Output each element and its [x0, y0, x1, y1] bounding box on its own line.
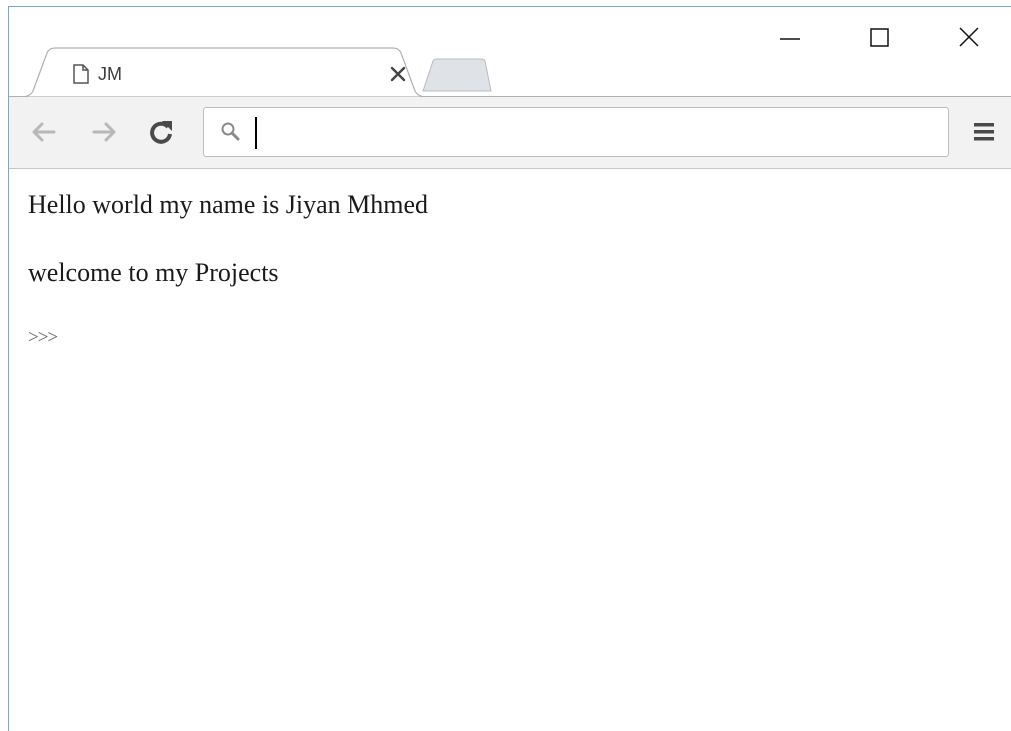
browser-toolbar: [9, 97, 1011, 169]
title-bar: JM: [9, 7, 1011, 97]
tab-active[interactable]: JM: [25, 47, 423, 97]
new-tab-button[interactable]: [421, 58, 493, 92]
tab-title: JM: [98, 64, 122, 84]
reload-icon[interactable]: [146, 117, 176, 147]
omnibox[interactable]: [203, 107, 949, 157]
page-icon: [72, 64, 90, 84]
prompt-text: >>>: [28, 327, 58, 348]
forward-arrow-icon[interactable]: [89, 117, 119, 147]
welcome-text: welcome to my Projects: [28, 258, 279, 287]
address-bar-input[interactable]: [252, 114, 932, 150]
close-icon[interactable]: [389, 65, 407, 83]
search-icon: [220, 121, 242, 143]
window-close-icon[interactable]: [947, 23, 991, 53]
minimize-icon[interactable]: [767, 23, 811, 53]
maximize-icon[interactable]: [857, 23, 901, 53]
back-arrow-icon[interactable]: [29, 117, 59, 147]
page-content: Hello world my name is Jiyan Mhmed welco…: [9, 169, 1011, 731]
hamburger-menu-icon[interactable]: [971, 119, 997, 145]
text-caret: [255, 117, 257, 149]
browser-window: JM Hello world my name is Jiyan Mhmed we…: [8, 6, 1011, 731]
greeting-text: Hello world my name is Jiyan Mhmed: [28, 190, 429, 219]
